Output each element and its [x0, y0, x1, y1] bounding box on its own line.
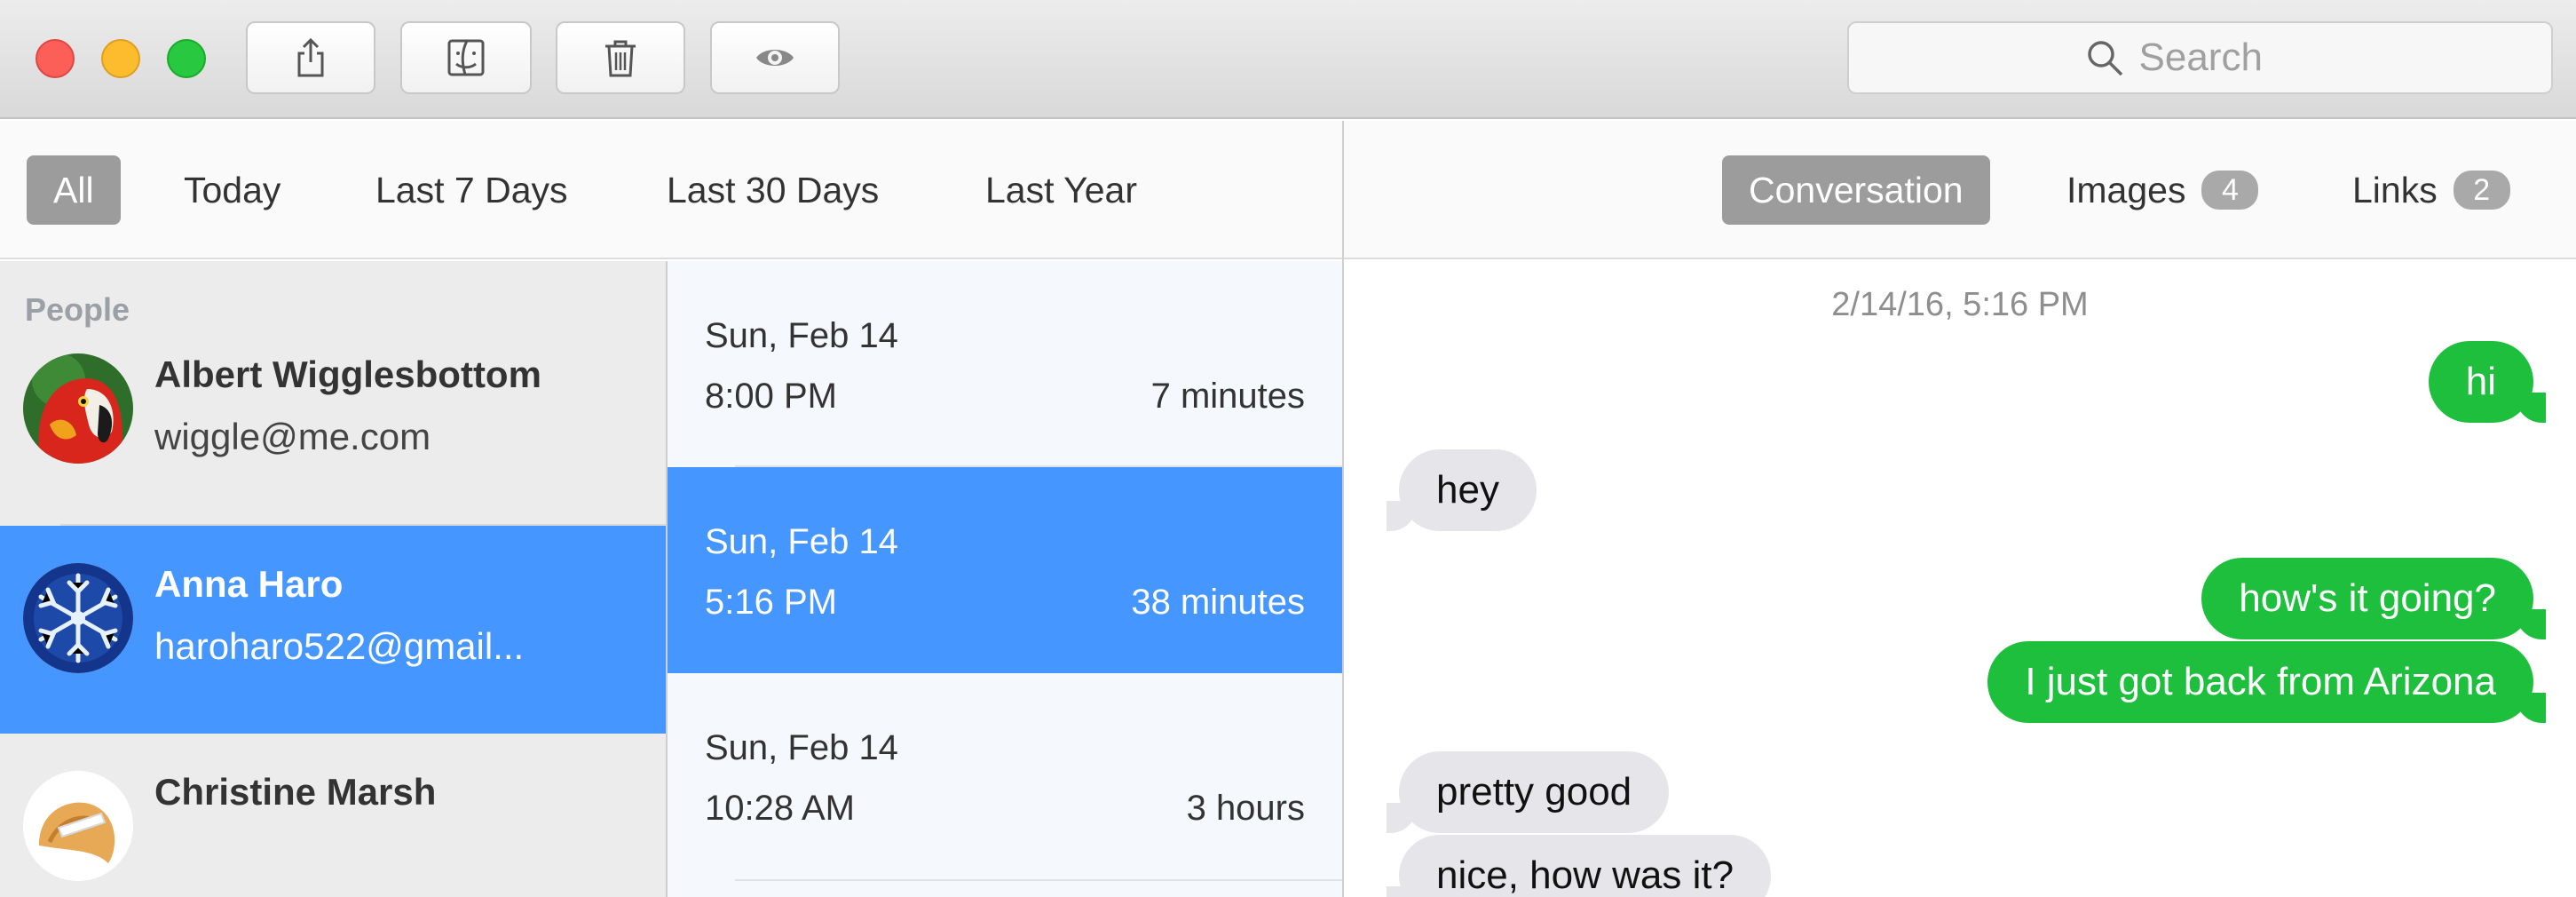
message-timestamp: 2/14/16, 5:16 PM — [1831, 286, 2089, 323]
zoom-window-button[interactable] — [167, 39, 206, 78]
fortune-cookie-avatar-icon — [23, 771, 133, 881]
person-name: Albert Wigglesbottom — [154, 353, 541, 395]
incoming-message: nice, how was it? — [1386, 835, 1772, 897]
conversation-time: 5:16 PM — [705, 583, 837, 622]
incoming-message: hey — [1387, 449, 1537, 531]
outgoing-message: how's it going? — [2201, 558, 2546, 639]
trash-icon — [605, 40, 636, 77]
outgoing-message: I just got back from Arizona — [1987, 641, 2546, 723]
filter-last-year[interactable]: Last Year — [959, 155, 1164, 225]
conversation-duration: 38 minutes — [1131, 583, 1305, 622]
close-window-button[interactable] — [36, 39, 75, 78]
incoming-message: pretty good — [1386, 751, 1670, 833]
conversation-date: Sun, Feb 14 — [705, 522, 898, 561]
finder-icon — [447, 39, 485, 76]
avatar — [23, 771, 133, 881]
share-button[interactable] — [246, 21, 375, 94]
minimize-window-button[interactable] — [101, 39, 140, 78]
search-field[interactable] — [1847, 21, 2553, 94]
search-icon — [2087, 41, 2122, 76]
search-input[interactable] — [2138, 36, 2317, 80]
eye-icon — [756, 50, 794, 66]
conversation-date: Sun, Feb 14 — [705, 316, 898, 355]
conversation-list: Sun, Feb 14 8:00 PM 7 minutes Sun, Feb 1… — [668, 261, 1342, 897]
share-icon — [297, 37, 324, 77]
tab-links[interactable]: Links 2 — [2326, 155, 2537, 225]
conversation-date: Sun, Feb 14 — [705, 728, 898, 767]
conversation-time: 8:00 PM — [705, 377, 837, 416]
images-count-badge: 4 — [2201, 171, 2259, 210]
person-item-selected[interactable]: Anna Haro haroharo522@gmail... — [0, 526, 666, 734]
conversation-item-selected[interactable]: Sun, Feb 14 5:16 PM 38 minutes — [668, 467, 1342, 673]
message-transcript: 2/14/16, 5:16 PM hi hey how's it going? … — [1344, 261, 2576, 897]
quick-look-button[interactable] — [710, 21, 840, 94]
person-item[interactable]: Albert Wigglesbottom wiggle@me.com — [0, 316, 666, 524]
row-separator — [735, 879, 1342, 881]
delete-button[interactable] — [556, 21, 685, 94]
people-list: People Albert Wigglesbottom wiggle@me.co… — [0, 261, 666, 897]
person-item[interactable]: Christine Marsh — [0, 734, 666, 897]
conversation-duration: 3 hours — [1186, 789, 1305, 828]
person-name: Anna Haro — [154, 563, 344, 605]
titlebar — [0, 0, 2576, 119]
person-email: haroharo522@gmail... — [154, 625, 525, 667]
person-email: wiggle@me.com — [154, 416, 431, 457]
filter-today[interactable]: Today — [157, 155, 307, 225]
tab-images[interactable]: Images 4 — [2040, 155, 2285, 225]
links-count-badge: 2 — [2453, 171, 2510, 210]
detail-tab-bar: Conversation Images 4 Links 2 — [1344, 121, 2576, 259]
date-filter-bar: All Today Last 7 Days Last 30 Days Last … — [0, 121, 1342, 259]
avatar — [23, 353, 133, 464]
tab-conversation[interactable]: Conversation — [1722, 155, 1990, 225]
tab-images-label: Images — [2066, 169, 2186, 210]
filter-all[interactable]: All — [27, 155, 121, 225]
parrot-avatar-icon — [23, 353, 133, 464]
tab-conversation-label: Conversation — [1749, 169, 1964, 210]
tab-links-label: Links — [2352, 169, 2438, 210]
outgoing-message: hi — [2428, 341, 2547, 423]
show-in-finder-button[interactable] — [400, 21, 532, 94]
conversation-duration: 7 minutes — [1150, 377, 1305, 416]
avatar — [23, 563, 133, 673]
filter-last-30-days[interactable]: Last 30 Days — [640, 155, 905, 225]
conversation-time: 10:28 AM — [705, 789, 856, 828]
person-name: Christine Marsh — [154, 771, 437, 813]
snowflake-avatar-icon — [23, 563, 133, 673]
filter-last-7-days[interactable]: Last 7 Days — [349, 155, 595, 225]
conversation-item[interactable]: Sun, Feb 14 10:28 AM 3 hours — [668, 673, 1342, 879]
conversation-item[interactable]: Sun, Feb 14 8:00 PM 7 minutes — [668, 261, 1342, 467]
